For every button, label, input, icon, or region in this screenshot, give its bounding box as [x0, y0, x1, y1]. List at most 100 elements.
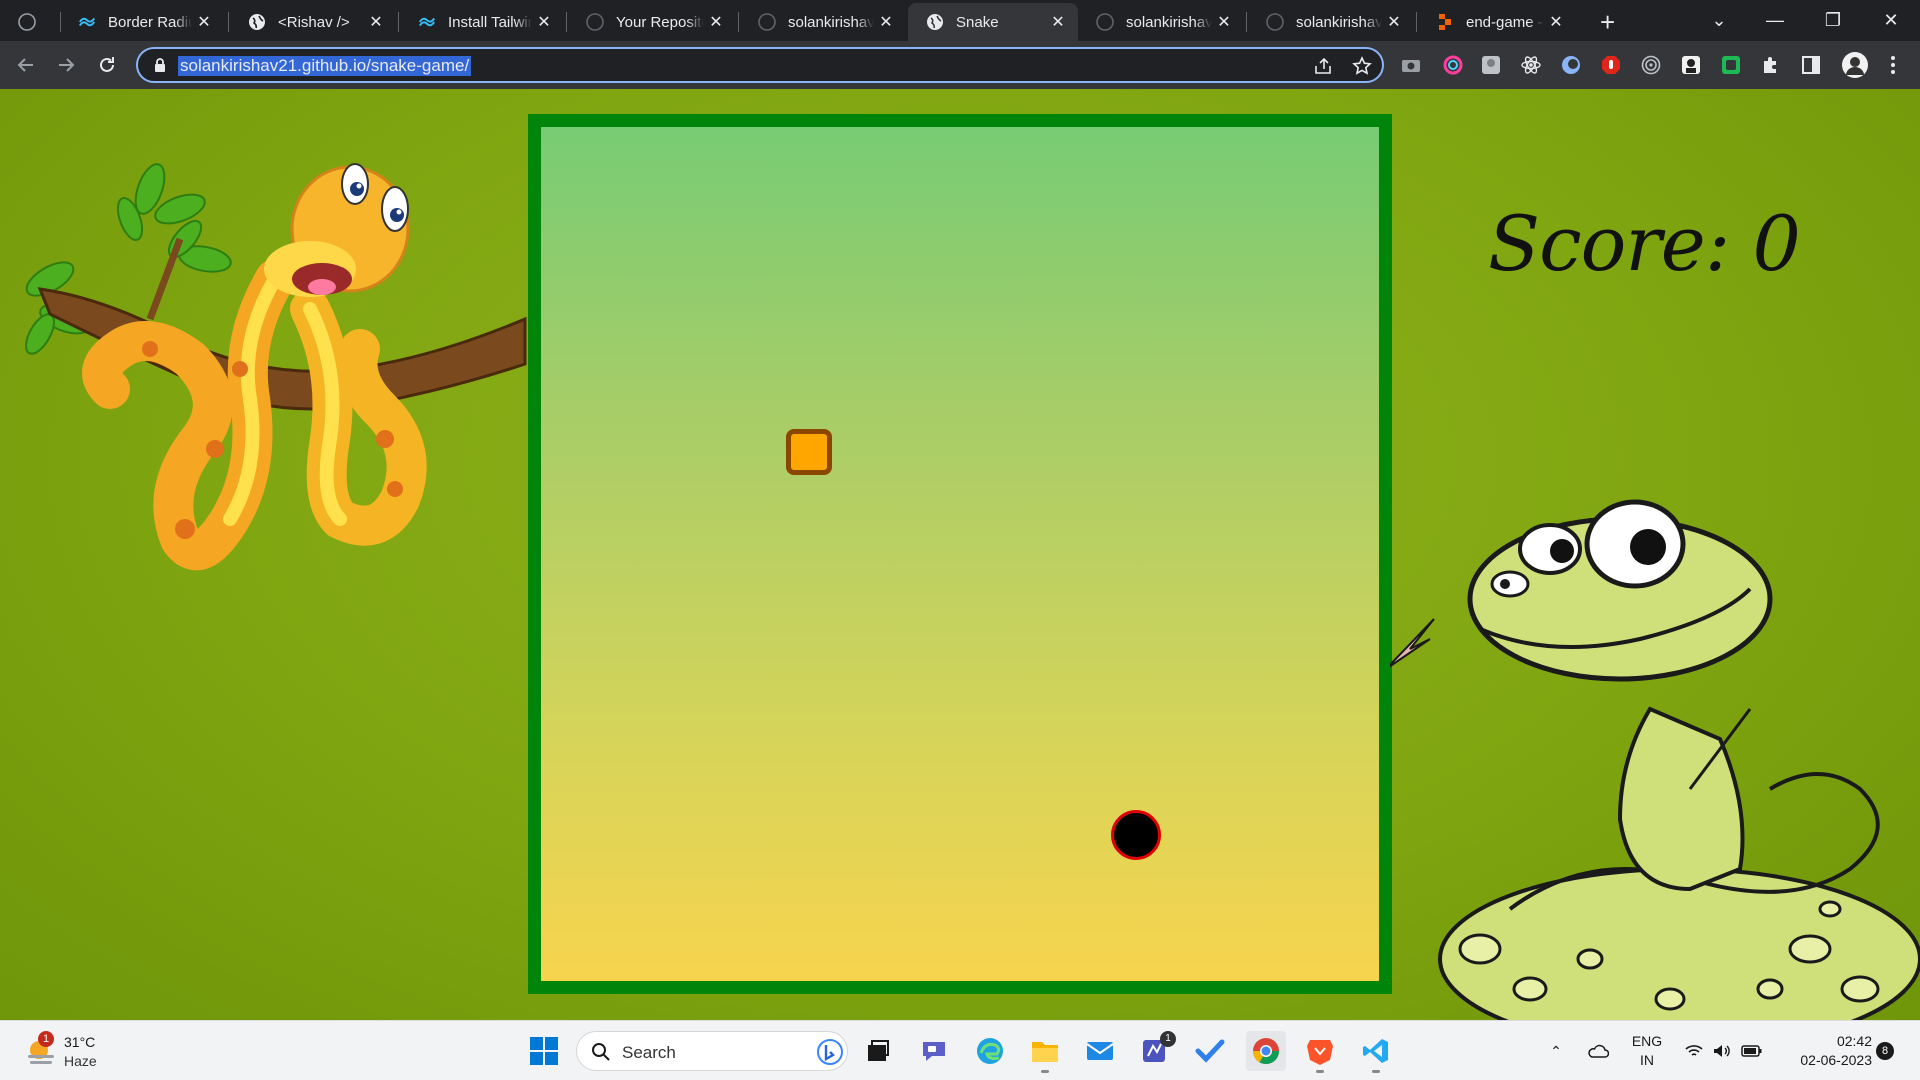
github-icon [18, 13, 36, 31]
tailwind-icon [418, 13, 436, 31]
restore-icon: ❐ [1824, 10, 1842, 30]
windows-taskbar: 1 31°C Haze Search 1 ⌃ ENG IN 02:42 02-0… [0, 1020, 1920, 1080]
minimize-button[interactable]: — [1746, 0, 1804, 41]
file-explorer-button[interactable] [1025, 1031, 1065, 1073]
volume-icon [1714, 1045, 1730, 1057]
taskbar-search[interactable]: Search [576, 1031, 848, 1071]
adblock-extension-icon[interactable] [1600, 54, 1622, 76]
edge-icon [977, 1038, 1003, 1064]
tab-title: solankirishav21 [1296, 13, 1382, 31]
tab-title: solankirishav21 [1126, 13, 1212, 31]
chrome-button[interactable] [1246, 1031, 1286, 1071]
side-panel-icon[interactable] [1800, 54, 1822, 76]
vscode-button[interactable] [1356, 1031, 1396, 1073]
target-extension-icon[interactable] [1640, 54, 1662, 76]
battery-charging-icon [1741, 1045, 1762, 1057]
tab-solankirishav-3[interactable]: solankirishav21 ✕ [1248, 3, 1414, 41]
clock-date: 02-06-2023 [1800, 1052, 1872, 1068]
edge-button[interactable] [970, 1031, 1010, 1071]
cartoon-snake-illustration [1390, 499, 1920, 1020]
github-icon [1096, 13, 1114, 31]
chrome-icon [1252, 1038, 1280, 1065]
game-board[interactable] [528, 114, 1392, 994]
lock-icon[interactable] [154, 58, 166, 77]
language-region: IN [1640, 1052, 1654, 1068]
weather-condition: Haze [64, 1053, 97, 1069]
todo-button[interactable] [1190, 1031, 1230, 1071]
start-button[interactable] [524, 1031, 564, 1071]
tab-your-repositories[interactable]: Your Repositories ✕ [568, 3, 736, 41]
show-hidden-icons-button[interactable]: ⌃ [1540, 1021, 1572, 1080]
snake-food [786, 429, 832, 475]
close-icon[interactable]: ✕ [1382, 10, 1406, 34]
tab-install-tailwind[interactable]: Install Tailwind ✕ [400, 3, 564, 41]
tab-strip: Border Radius ✕ <Rishav /> ✕ Install Tai… [0, 0, 1920, 41]
close-icon[interactable]: ✕ [874, 10, 898, 34]
color-picker-extension-icon[interactable] [1442, 54, 1464, 76]
tab-title: Snake [956, 13, 999, 31]
weather-temp: 31°C [64, 1034, 96, 1050]
task-view-icon [868, 1040, 889, 1061]
close-icon[interactable]: ✕ [192, 10, 216, 34]
tab-title: Install Tailwind [448, 13, 532, 31]
tab-github[interactable] [0, 3, 60, 41]
tab-rishav[interactable]: <Rishav /> ✕ [230, 3, 396, 41]
taskbar-clock[interactable]: 02:42 02-06-2023 [1772, 1032, 1872, 1070]
url-text[interactable]: solankirishav21.github.io/snake-game/ [178, 56, 472, 76]
reload-button[interactable] [91, 49, 123, 81]
snake-game-page: Score: 0 [0, 89, 1920, 1020]
language-indicator[interactable]: ENG IN [1630, 1032, 1664, 1070]
wifi-button[interactable] [1680, 1021, 1708, 1080]
weather-widget[interactable]: 1 31°C Haze [22, 1031, 132, 1073]
task-view-button[interactable] [858, 1031, 898, 1071]
tab-border-radius[interactable]: Border Radius ✕ [60, 3, 224, 41]
tab-end-game[interactable]: end-game - R ✕ [1418, 3, 1576, 41]
chat-icon [923, 1042, 945, 1061]
close-icon[interactable]: ✕ [364, 10, 388, 34]
tab-solankirishav-1[interactable]: solankirishav21 ✕ [740, 3, 906, 41]
profile-avatar[interactable] [1840, 50, 1870, 80]
notification-count-badge[interactable]: 8 [1876, 1042, 1894, 1060]
tab-search-button[interactable]: ⌄ [1690, 0, 1748, 41]
battery-button[interactable] [1738, 1021, 1766, 1080]
checkmark-icon [1195, 1039, 1225, 1063]
image-extension-icon[interactable] [1480, 54, 1502, 76]
camera-extension-icon[interactable] [1400, 54, 1422, 76]
menu-kebab-icon[interactable] [1882, 54, 1904, 76]
tab-snake[interactable]: Snake ✕ [908, 3, 1078, 41]
onedrive-button[interactable] [1582, 1021, 1614, 1080]
close-icon[interactable]: ✕ [704, 10, 728, 34]
vpn-extension-icon[interactable] [1560, 54, 1582, 76]
mail-icon [1086, 1042, 1114, 1060]
react-devtools-icon[interactable] [1520, 54, 1542, 76]
share-icon[interactable] [1314, 57, 1334, 80]
mail-button[interactable] [1080, 1031, 1120, 1071]
volume-button[interactable] [1708, 1021, 1736, 1080]
new-tab-button[interactable]: + [1592, 3, 1632, 41]
close-icon[interactable]: ✕ [1212, 10, 1236, 34]
globe-icon [926, 13, 944, 31]
back-button[interactable] [10, 49, 42, 81]
bookmark-star-icon[interactable] [1352, 56, 1372, 81]
weather-badge: 1 [38, 1031, 54, 1047]
close-icon[interactable]: ✕ [532, 10, 556, 34]
close-icon[interactable]: ✕ [1544, 10, 1568, 34]
close-icon[interactable]: ✕ [1046, 10, 1070, 34]
snake-head [1111, 810, 1161, 860]
brave-button[interactable] [1300, 1031, 1340, 1073]
teams-chat-button[interactable] [914, 1031, 954, 1071]
green-extension-icon[interactable] [1720, 54, 1742, 76]
search-icon [592, 1043, 610, 1061]
chevron-up-icon: ⌃ [1550, 1042, 1562, 1059]
tab-solankirishav-2[interactable]: solankirishav21 ✕ [1078, 3, 1244, 41]
search-label: Search [622, 1043, 676, 1062]
language-code: ENG [1631, 1033, 1663, 1049]
globe-icon [248, 13, 266, 31]
avatar-extension-icon[interactable] [1680, 54, 1702, 76]
restore-button[interactable]: ❐ [1804, 0, 1862, 41]
address-bar[interactable]: solankirishav21.github.io/snake-game/ [136, 47, 1384, 83]
close-window-button[interactable]: ✕ [1862, 0, 1920, 41]
teams-button[interactable]: 1 [1136, 1031, 1176, 1071]
extensions-puzzle-icon[interactable] [1760, 54, 1782, 76]
forward-button[interactable] [50, 49, 82, 81]
